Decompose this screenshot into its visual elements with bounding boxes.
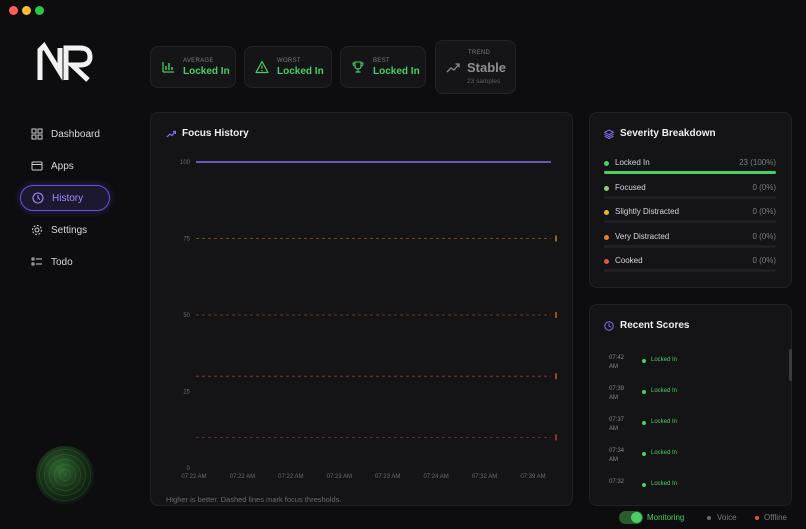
chart-footnote: Higher is better. Dashed lines mark focu…	[166, 495, 342, 504]
toggle-knob	[631, 512, 642, 523]
recent-score-row[interactable]: 07:32 Locked In	[609, 478, 779, 490]
score-dot	[642, 483, 646, 487]
score-label: Locked In	[651, 481, 678, 487]
score-time: 07:42 AM	[609, 355, 625, 370]
score-dot	[642, 359, 646, 363]
offline-status[interactable]: Offline	[764, 513, 787, 522]
score-label: Locked In	[651, 419, 678, 425]
score-label: Locked In	[651, 357, 678, 363]
monitoring-toggle[interactable]	[619, 511, 643, 524]
recent-score-row[interactable]: 07:39 AM Locked In	[609, 385, 779, 413]
recent-score-row[interactable]: 07:34 AM Locked In	[609, 447, 779, 475]
recent-scores-scrollbar[interactable]	[789, 349, 792, 381]
recent-score-row[interactable]: 07:37 AM Locked In	[609, 416, 779, 444]
score-dot	[642, 421, 646, 425]
score-dot	[642, 452, 646, 456]
status-bar: Monitoring Voice Offline	[610, 508, 800, 528]
score-time: 07:32	[609, 479, 625, 485]
score-time: 07:34 AM	[609, 448, 625, 463]
monitoring-label: Monitoring	[647, 513, 685, 522]
score-time: 07:37 AM	[609, 417, 625, 432]
score-label: Locked In	[651, 388, 678, 394]
voice-status-dot	[707, 516, 711, 520]
offline-status-dot	[755, 516, 759, 520]
recent-score-row[interactable]: 07:42 AM Locked In	[609, 354, 779, 382]
voice-status[interactable]: Voice	[717, 513, 737, 522]
score-dot	[642, 390, 646, 394]
score-label: Locked In	[651, 450, 678, 456]
score-time: 07:39 AM	[609, 386, 625, 401]
